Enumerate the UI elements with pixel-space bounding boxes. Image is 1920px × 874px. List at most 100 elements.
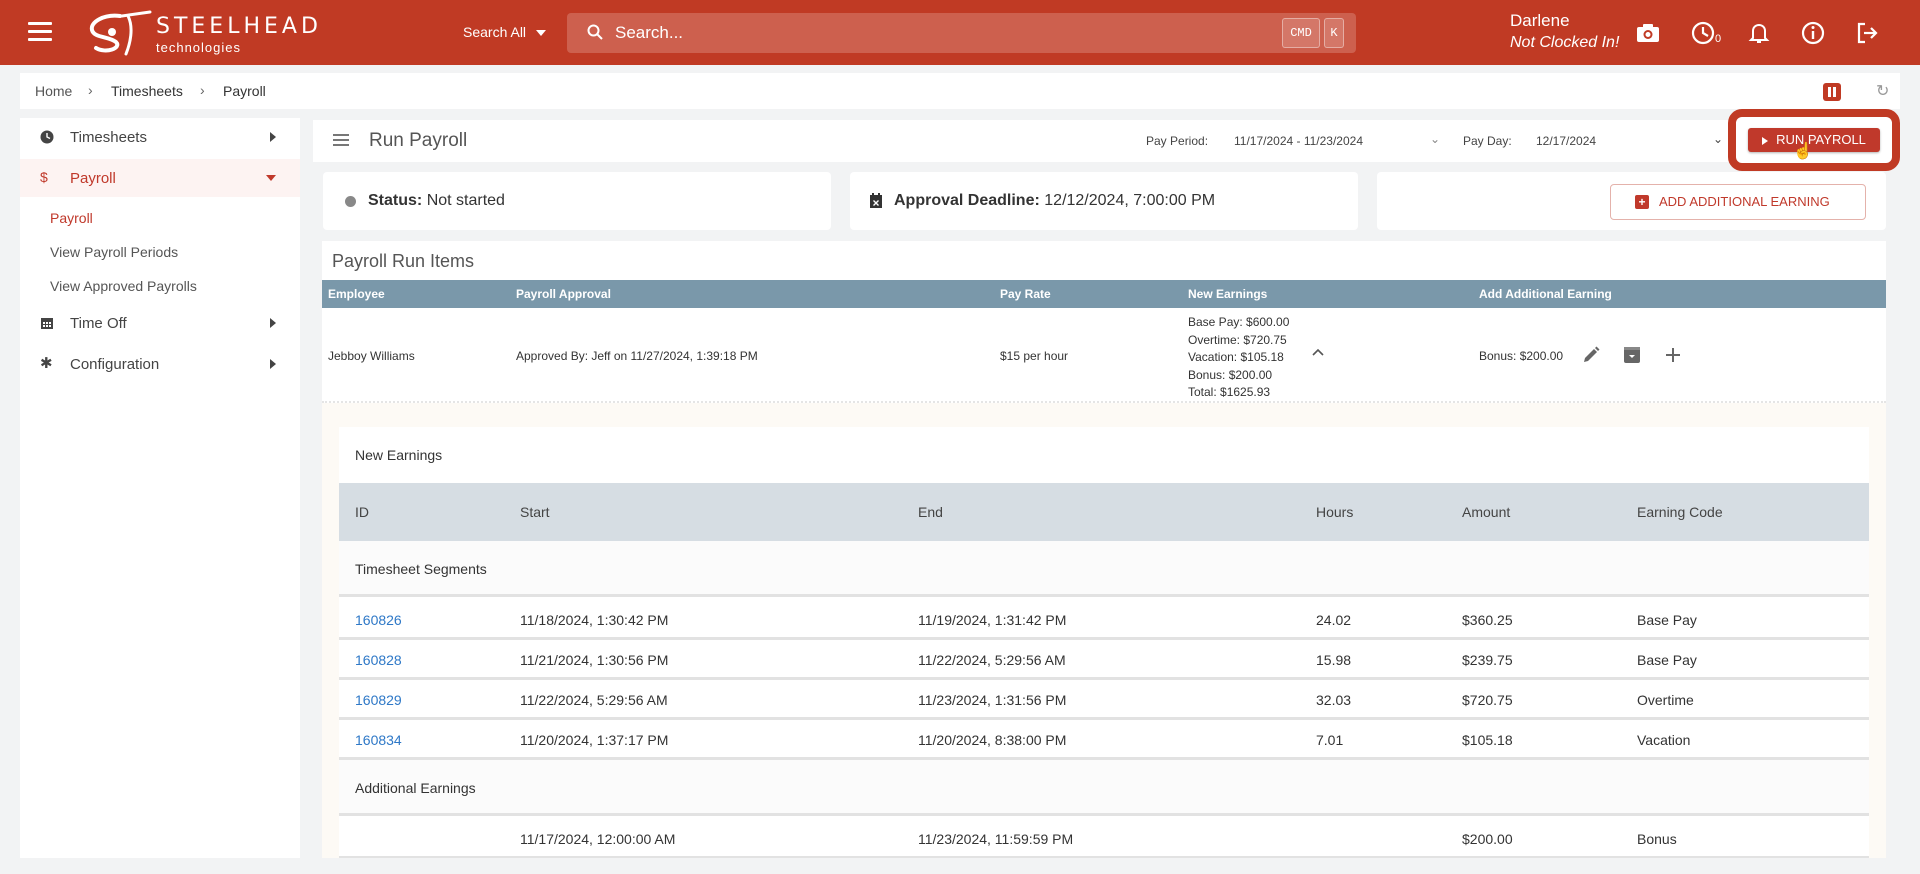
info-icon[interactable] xyxy=(1800,20,1826,46)
camera-icon[interactable] xyxy=(1635,20,1661,46)
clock-icon[interactable] xyxy=(1690,20,1716,46)
additional-start: 11/17/2024, 12:00:00 AM xyxy=(520,831,676,847)
pay-day-label: Pay Day: xyxy=(1463,134,1512,148)
search-icon xyxy=(587,24,603,40)
column-header[interactable]: New Earnings xyxy=(1188,287,1267,301)
status-value: Not started xyxy=(426,192,505,209)
sidebar-item-label: Time Off xyxy=(70,315,127,332)
search-box[interactable]: CMD K xyxy=(567,13,1356,53)
segment-hours: 7.01 xyxy=(1316,732,1344,748)
segment-amount: $239.75 xyxy=(1462,652,1513,668)
new-earnings-summary: Base Pay: $600.00 Overtime: $720.75 Vaca… xyxy=(1188,314,1289,402)
pause-icon[interactable] xyxy=(1823,83,1841,101)
segment-id-link[interactable]: 160826 xyxy=(355,612,402,628)
add-additional-earning-label: ADD ADDITIONAL EARNING xyxy=(1659,194,1830,209)
play-icon xyxy=(1762,136,1769,145)
brand-subtitle: technologies xyxy=(156,40,241,55)
column-header[interactable]: Start xyxy=(520,504,550,520)
segment-amount: $360.25 xyxy=(1462,612,1513,628)
earning-line: Base Pay: $600.00 xyxy=(1188,315,1290,329)
segment-earning-code: Base Pay xyxy=(1637,652,1697,668)
earning-line: Vacation: $105.18 xyxy=(1188,350,1284,365)
breadcrumb-home[interactable]: Home xyxy=(35,83,72,99)
sidebar-item-label: Payroll xyxy=(70,170,116,187)
employee-name: Jebboy Williams xyxy=(328,349,415,363)
plus-icon[interactable] xyxy=(1663,345,1683,365)
column-header[interactable]: Payroll Approval xyxy=(516,287,611,301)
table-row[interactable]: Jebboy Williams Approved By: Jeff on 11/… xyxy=(322,308,1886,403)
group-label: Additional Earnings xyxy=(355,780,476,796)
additional-end: 11/23/2024, 11:59:59 PM xyxy=(918,831,1074,847)
sidebar-subitem-view-approved-payrolls[interactable]: View Approved Payrolls xyxy=(50,278,197,294)
search-scope-dropdown[interactable]: Search All xyxy=(463,24,547,40)
segment-start: 11/21/2024, 1:30:56 PM xyxy=(520,652,669,668)
column-header[interactable]: Pay Rate xyxy=(1000,287,1051,301)
bell-icon[interactable] xyxy=(1746,20,1772,46)
chevron-down-icon[interactable]: ⌄ xyxy=(1430,132,1440,146)
menu-icon[interactable] xyxy=(28,22,52,42)
column-header[interactable]: Add Additional Earning xyxy=(1479,287,1612,301)
brand-logo[interactable]: STEELHEAD technologies xyxy=(86,8,318,58)
status-card: Status: Not started xyxy=(323,172,831,230)
detail-table-header: ID Start End Hours Amount Earning Code xyxy=(339,483,1869,541)
column-header[interactable]: Employee xyxy=(328,287,385,301)
segment-hours: 32.03 xyxy=(1316,692,1352,708)
deadline-label: Approval Deadline: xyxy=(894,192,1040,209)
pay-period-label: Pay Period: xyxy=(1146,134,1209,148)
earnings-detail-wrapper: New Earnings ID Start End Hours Amount E… xyxy=(322,403,1886,874)
calendar-icon xyxy=(41,318,53,329)
menu-icon[interactable] xyxy=(333,134,349,147)
breadcrumb-payroll: Payroll xyxy=(223,83,266,99)
earning-total: Total: $1625.93 xyxy=(1188,385,1271,400)
segment-id-link[interactable]: 160834 xyxy=(355,732,402,748)
table-row: 11/17/2024, 12:00:00 AM 11/23/2024, 11:5… xyxy=(339,819,1869,859)
payroll-approval: Approved By: Jeff on 11/27/2024, 1:39:18… xyxy=(516,349,758,363)
column-header[interactable]: End xyxy=(918,504,943,520)
table-row: 160834 11/20/2024, 1:37:17 PM 11/20/2024… xyxy=(339,720,1869,760)
column-header[interactable]: Earning Code xyxy=(1637,504,1723,520)
user-name[interactable]: Darlene xyxy=(1510,11,1570,31)
chevron-down-icon[interactable]: ⌄ xyxy=(1713,132,1723,146)
table-row: 160828 11/21/2024, 1:30:56 PM 11/22/2024… xyxy=(339,640,1869,680)
status-label: Status: xyxy=(368,192,423,209)
edit-pencil-icon[interactable] xyxy=(1581,345,1601,365)
breadcrumb-timesheets[interactable]: Timesheets xyxy=(111,83,183,99)
refresh-icon[interactable]: ↻ xyxy=(1876,81,1889,101)
archive-icon[interactable] xyxy=(1622,345,1642,365)
segment-amount: $105.18 xyxy=(1462,732,1513,748)
sidebar-item-time-off[interactable]: Time Off xyxy=(20,304,300,342)
calendar-x-icon xyxy=(870,193,882,208)
group-row-additional-earnings: Additional Earnings xyxy=(339,760,1869,816)
segment-id-link[interactable]: 160828 xyxy=(355,652,402,668)
earning-line: Overtime: $720.75 xyxy=(1188,332,1287,347)
segment-end: 11/20/2024, 8:38:00 PM xyxy=(918,732,1067,748)
column-header[interactable]: Hours xyxy=(1316,504,1353,520)
earning-line: Bonus: $200.00 xyxy=(1188,367,1273,382)
group-row-timesheet-segments: Timesheet Segments xyxy=(339,541,1869,597)
sidebar-subitem-view-payroll-periods[interactable]: View Payroll Periods xyxy=(50,244,178,260)
sidebar-item-payroll[interactable]: $ Payroll xyxy=(20,159,300,197)
run-payroll-button[interactable]: RUN PAYROLL xyxy=(1748,128,1880,152)
chevron-up-icon[interactable] xyxy=(1310,346,1326,358)
segment-id-link[interactable]: 160829 xyxy=(355,692,402,708)
shortcut-key-cmd: CMD xyxy=(1282,18,1320,48)
column-header[interactable]: ID xyxy=(355,504,369,520)
search-input[interactable] xyxy=(615,19,1215,47)
segment-hours: 15.98 xyxy=(1316,652,1352,668)
steelhead-logo-icon xyxy=(89,10,152,56)
pay-period-select[interactable]: 11/17/2024 - 11/23/2024 xyxy=(1234,134,1363,148)
sidebar-item-label: Timesheets xyxy=(70,129,147,146)
segment-earning-code: Base Pay xyxy=(1637,612,1697,628)
sidebar-subitem-payroll[interactable]: Payroll xyxy=(50,210,93,226)
sidebar-item-timesheets[interactable]: Timesheets xyxy=(20,118,300,156)
chevron-right-icon xyxy=(270,132,276,142)
search-scope-label: Search All xyxy=(463,24,527,40)
logout-icon[interactable] xyxy=(1854,20,1880,46)
column-header[interactable]: Amount xyxy=(1462,504,1510,520)
add-additional-earning-button[interactable]: + ADD ADDITIONAL EARNING xyxy=(1610,184,1866,220)
sidebar-item-configuration[interactable]: ✱ Configuration xyxy=(20,345,300,383)
chevron-down-icon xyxy=(266,175,276,181)
gear-icon: ✱ xyxy=(40,355,53,372)
chevron-right-icon xyxy=(270,318,276,328)
pay-day-input[interactable]: 12/17/2024 xyxy=(1536,134,1596,148)
